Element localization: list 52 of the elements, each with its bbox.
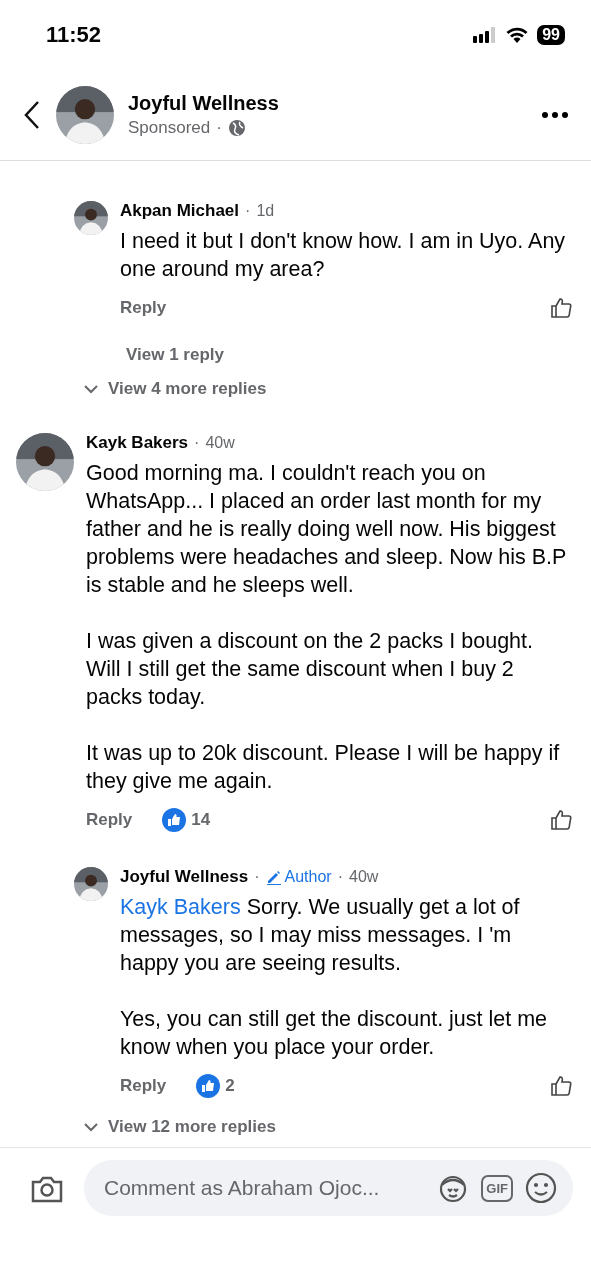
separator-dot: · <box>337 868 343 886</box>
comment-text: I need it but I don't know how. I am in Uyo. Any one around my area? <box>120 228 567 283</box>
camera-icon[interactable] <box>30 1174 64 1204</box>
comment-text: I was given a discount on the 2 packs I bought. Will I still get the same discount when I buy 2 packs today. <box>86 628 534 711</box>
comment-time: 1d <box>256 202 275 220</box>
gif-button[interactable]: GIF <box>481 1174 513 1202</box>
thumbs-up-icon[interactable] <box>549 296 573 320</box>
commenter-name[interactable]: Joyful Wellness <box>120 867 249 887</box>
commenter-avatar <box>74 201 108 235</box>
like-icon <box>162 808 187 832</box>
comment-field[interactable]: Comment as Abraham Ojoc... GIF <box>84 1160 573 1216</box>
separator-dot: · <box>216 118 222 138</box>
battery-level: 99 <box>537 25 565 45</box>
pencil-icon <box>265 869 282 885</box>
view-more-replies-link[interactable]: View 4 more replies <box>108 379 267 399</box>
comment-time: 40w <box>349 868 379 886</box>
reply-link[interactable]: Reply <box>120 1076 167 1096</box>
chevron-down-icon <box>84 1122 98 1132</box>
status-time: 11:52 <box>46 22 102 48</box>
like-icon <box>196 1074 221 1098</box>
reply-link[interactable]: Reply <box>86 810 133 830</box>
separator-dot: · <box>194 434 200 452</box>
sponsored-label: Sponsored <box>128 118 211 138</box>
like-count: 14 <box>191 810 211 830</box>
comment-text: It was up to 20k discount. Please I will be happy if they give me again. <box>86 740 561 795</box>
like-count: 2 <box>225 1076 235 1096</box>
commenter-avatar <box>16 433 74 491</box>
comment-text: Good morning ma. I couldn't reach you on WhatsApp... I placed an order last month for my father and he is really doing well now. His biggest problems were headaches and sleep. Now his B.P is stable and he sleeps well. <box>86 460 568 599</box>
globe-icon <box>227 119 246 137</box>
commenter-name[interactable]: Akpan Michael <box>120 201 240 221</box>
thumbs-up-icon[interactable] <box>549 808 573 832</box>
mention-link[interactable]: Kayk Bakers <box>120 895 241 919</box>
wifi-icon <box>505 26 530 44</box>
chevron-down-icon <box>84 384 98 394</box>
comment-time: 40w <box>205 434 235 452</box>
commenter-name[interactable]: Kayk Bakers <box>86 433 189 453</box>
emoji-icon[interactable] <box>525 1172 557 1204</box>
separator-dot: · <box>254 868 260 886</box>
page-name[interactable]: Joyful Wellness <box>128 92 527 115</box>
more-icon[interactable] <box>541 111 569 119</box>
thumbs-up-icon[interactable] <box>549 1074 573 1098</box>
page-avatar <box>56 86 114 144</box>
view-reply-link[interactable]: View 1 reply <box>126 345 573 365</box>
comment-text: Yes, you can still get the discount. just let me know when you place your order. <box>120 1006 549 1061</box>
view-more-replies-link[interactable]: View 12 more replies <box>108 1117 276 1137</box>
comment-text: Kayk Bakers Sorry. We usually get a lot of messages, so I may miss messages. I 'm happy you are seeing results. <box>120 894 521 977</box>
commenter-avatar <box>74 867 108 901</box>
author-label: Author <box>265 868 332 886</box>
signal-icon <box>473 27 498 43</box>
separator-dot: · <box>245 202 251 220</box>
reply-link[interactable]: Reply <box>120 298 167 318</box>
back-icon[interactable] <box>22 100 42 130</box>
